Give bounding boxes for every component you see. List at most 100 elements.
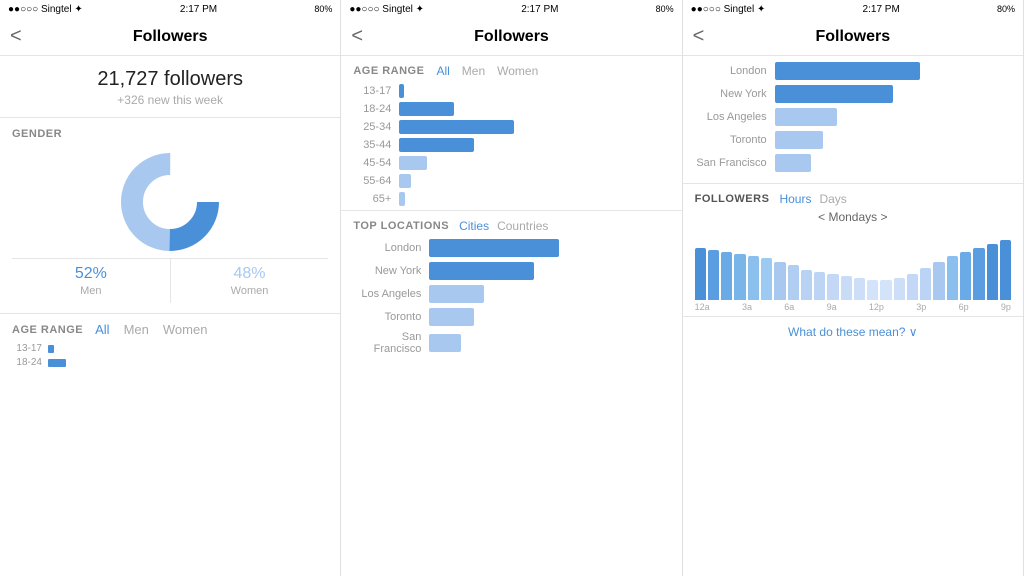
hour-bar: [947, 256, 958, 300]
hour-label: 12p: [869, 302, 884, 312]
loc-bar: [429, 334, 461, 352]
full-bar: [399, 174, 411, 188]
hour-bar: [1000, 240, 1011, 300]
carrier-3: ●●○○○ Singtel ✦: [691, 4, 766, 15]
age-tabs-2: All Men Women: [436, 64, 538, 78]
panel-1: ●●○○○ Singtel ✦ 2:17 PM 80% < Followers …: [0, 0, 341, 576]
full-bar: [399, 120, 514, 134]
status-bar-2: ●●○○○ Singtel ✦ 2:17 PM 80%: [341, 0, 681, 18]
battery-1: 80%: [314, 4, 332, 14]
hour-label: 9a: [827, 302, 837, 312]
hour-bar: [933, 262, 944, 300]
city-bar-row: Los Angeles: [695, 108, 1011, 126]
full-bar-row: 65+: [353, 192, 669, 206]
top-loc-header: TOP LOCATIONS Cities Countries: [353, 219, 669, 233]
city-bar-row: New York: [695, 85, 1011, 103]
hour-bar: [907, 274, 918, 300]
hour-bar: [880, 280, 891, 300]
men-text: Men: [12, 285, 170, 297]
hour-bar: [695, 248, 706, 300]
followers-title: FOLLOWERS: [695, 193, 770, 205]
full-bar-row: 55-64: [353, 174, 669, 188]
page-title-3: Followers: [815, 28, 890, 46]
age-tab2-all[interactable]: All: [436, 64, 449, 78]
age-range-section-1: AGE RANGE All Men Women 13-17 18-24: [0, 314, 340, 377]
hour-bars: [695, 230, 1011, 300]
hours-tab-hours[interactable]: Hours: [779, 192, 811, 206]
age-range-full: AGE RANGE All Men Women 13-17 18-24 25-3…: [341, 56, 681, 211]
followers-new: +326 new this week: [0, 93, 340, 107]
mini-bar-1824: [48, 359, 66, 367]
back-button-3[interactable]: <: [693, 25, 705, 48]
hour-bar: [960, 252, 971, 300]
hour-bar: [827, 274, 838, 300]
day-nav: < Mondays >: [695, 210, 1011, 224]
header-2: < Followers: [341, 18, 681, 56]
full-bar-row: 13-17: [353, 84, 669, 98]
full-bar: [399, 102, 454, 116]
what-mean[interactable]: What do these mean? ∨: [683, 316, 1023, 343]
back-button-1[interactable]: <: [10, 25, 22, 48]
loc-bar-row: New York: [353, 262, 669, 280]
women-pct: 48%: [171, 265, 329, 283]
gender-label: GENDER: [0, 118, 340, 146]
donut-chart: [0, 146, 340, 258]
followers-summary: 21,727 followers +326 new this week: [0, 56, 340, 118]
mini-bar-1317: [48, 345, 54, 353]
women-label: 48% Women: [171, 259, 329, 303]
loc-bar-row: San Francisco: [353, 331, 669, 355]
top-loc-title: TOP LOCATIONS: [353, 220, 449, 232]
back-button-2[interactable]: <: [351, 25, 363, 48]
age-tab2-men[interactable]: Men: [462, 64, 485, 78]
hour-bar: [748, 256, 759, 300]
hour-bar: [761, 258, 772, 300]
loc-bar-row: Los Angeles: [353, 285, 669, 303]
full-bar-row: 35-44: [353, 138, 669, 152]
hour-bar: [788, 265, 799, 300]
age-range-label-1: AGE RANGE: [12, 324, 83, 336]
status-bar-3: ●●○○○ Singtel ✦ 2:17 PM 80%: [683, 0, 1023, 18]
loc-bar-row: Toronto: [353, 308, 669, 326]
city-bar: [775, 154, 811, 172]
mini-bar-row-1317: 13-17: [12, 343, 328, 354]
hour-label: 6p: [959, 302, 969, 312]
mini-bars: 13-17 18-24: [0, 343, 340, 368]
city-bar-row: San Francisco: [695, 154, 1011, 172]
hour-bar: [708, 250, 719, 300]
city-bar: [775, 131, 823, 149]
hour-label: 3a: [742, 302, 752, 312]
hour-bar: [721, 252, 732, 300]
hour-bar: [801, 270, 812, 300]
hour-bar: [814, 272, 825, 300]
status-bar-1: ●●○○○ Singtel ✦ 2:17 PM 80%: [0, 0, 340, 18]
age-tab-women-1[interactable]: Women: [163, 322, 208, 337]
hour-labels: 12a3a6a9a12p3p6p9p: [695, 302, 1011, 312]
city-bar: [775, 62, 920, 80]
full-bar-row: 45-54: [353, 156, 669, 170]
panel-2: ●●○○○ Singtel ✦ 2:17 PM 80% < Followers …: [341, 0, 682, 576]
city-bar: [775, 108, 837, 126]
hours-tabs: Hours Days: [779, 192, 846, 206]
hour-bar: [987, 244, 998, 300]
city-bar: [775, 85, 893, 103]
full-bars: 13-17 18-24 25-34 35-44 45-54 55-64 65+: [353, 84, 669, 206]
top-cities-section: London New York Los Angeles Toronto San …: [683, 56, 1023, 184]
hour-bar: [774, 262, 785, 300]
hours-tab-days[interactable]: Days: [819, 192, 846, 206]
loc-tab-countries[interactable]: Countries: [497, 219, 548, 233]
hour-label: 9p: [1001, 302, 1011, 312]
battery-3: 80%: [997, 4, 1015, 14]
mini-bar-row-1824: 18-24: [12, 357, 328, 368]
hour-label: 12a: [695, 302, 710, 312]
age-tabs-1: All Men Women: [95, 322, 207, 337]
loc-bars: London New York Los Angeles Toronto San …: [353, 239, 669, 355]
age-tab-men-1[interactable]: Men: [124, 322, 149, 337]
men-pct: 52%: [12, 265, 170, 283]
panel-3: ●●○○○ Singtel ✦ 2:17 PM 80% < Followers …: [683, 0, 1024, 576]
hour-label: 6a: [784, 302, 794, 312]
donut-labels: 52% Men 48% Women: [12, 258, 328, 303]
loc-tab-cities[interactable]: Cities: [459, 219, 489, 233]
age-range-title-2: AGE RANGE: [353, 65, 424, 77]
age-tab-all-1[interactable]: All: [95, 322, 109, 337]
age-tab2-women[interactable]: Women: [497, 64, 538, 78]
